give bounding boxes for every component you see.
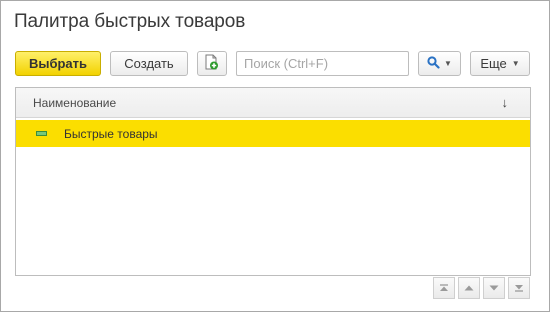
document-with-green-plus-icon — [205, 54, 219, 73]
next-page-button[interactable] — [483, 277, 505, 299]
last-page-icon — [514, 284, 524, 292]
last-page-button[interactable] — [508, 277, 530, 299]
create-button[interactable]: Создать — [110, 51, 188, 76]
chevron-down-icon: ▼ — [444, 59, 452, 68]
previous-page-icon — [464, 285, 474, 291]
palette-window: Палитра быстрых товаров Выбрать Создать … — [0, 0, 550, 312]
search-input[interactable] — [237, 52, 427, 75]
first-page-button[interactable] — [433, 277, 455, 299]
items-table: Наименование ↓ Быстрые товары — [15, 87, 531, 276]
row-label: Быстрые товары — [64, 126, 158, 141]
more-button-label: Еще — [480, 56, 507, 71]
search-field: × — [236, 51, 436, 76]
chevron-down-icon: ▼ — [511, 59, 520, 68]
more-button[interactable]: Еще ▼ — [470, 51, 530, 76]
next-page-icon — [489, 285, 499, 291]
first-page-icon — [439, 284, 449, 292]
sort-arrow-icon: ↓ — [501, 95, 509, 110]
previous-page-button[interactable] — [458, 277, 480, 299]
search-options-button[interactable]: ▼ — [418, 51, 461, 76]
table-row[interactable]: Быстрые товары — [16, 120, 530, 147]
magnifier-icon — [427, 55, 440, 72]
select-button[interactable]: Выбрать — [15, 51, 101, 76]
table-header: Наименование ↓ — [16, 88, 530, 118]
window-title: Палитра быстрых товаров — [14, 11, 246, 32]
create-copy-button[interactable] — [197, 51, 227, 76]
green-bar-icon — [36, 131, 47, 136]
column-header-name[interactable]: Наименование — [33, 96, 116, 110]
